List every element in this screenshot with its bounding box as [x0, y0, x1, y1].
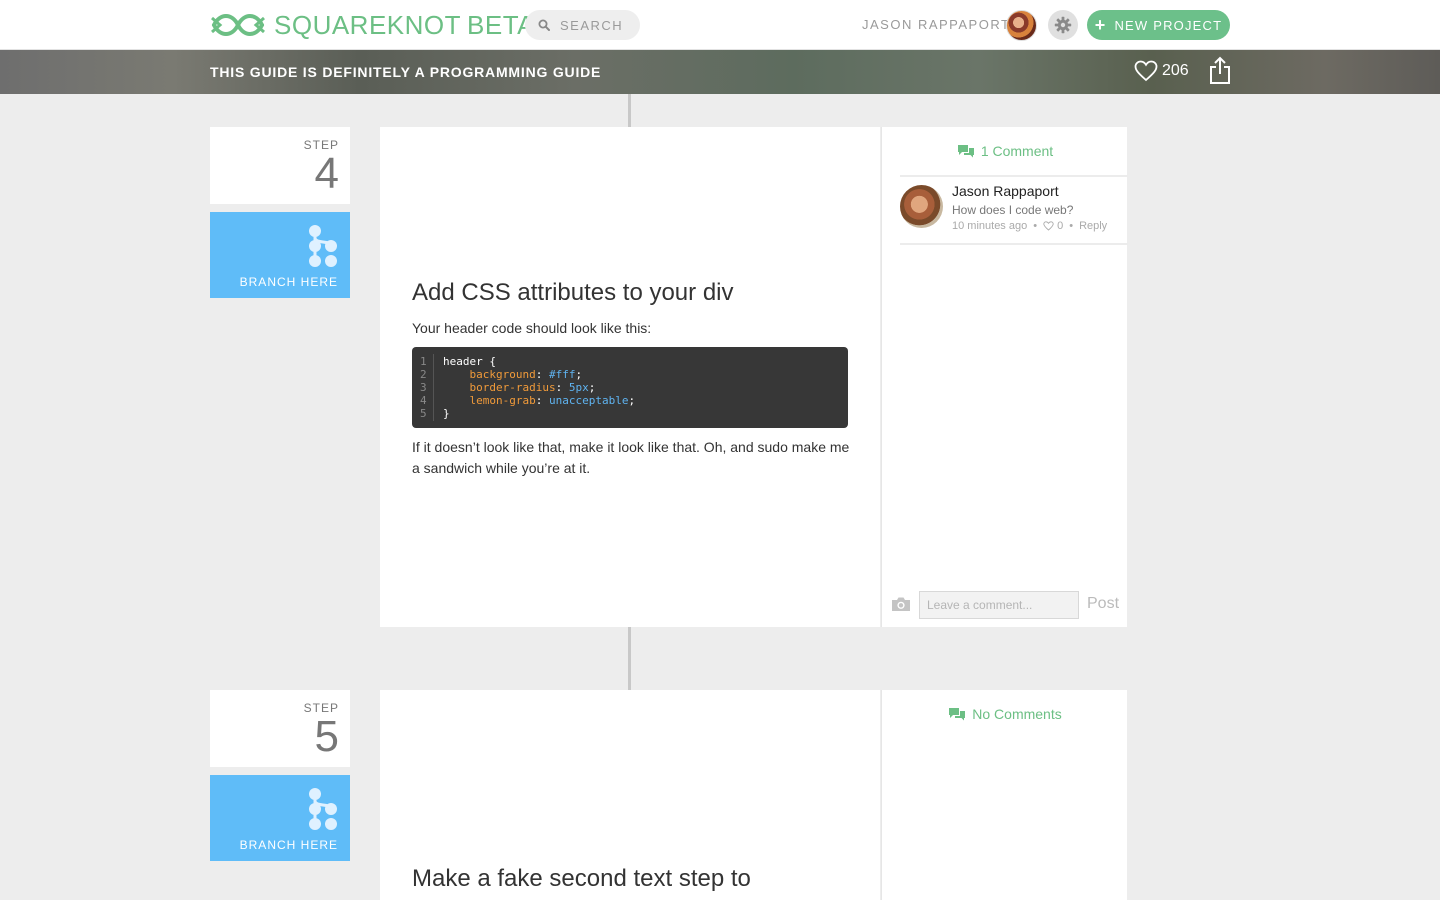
branch-here-label: BRANCH HERE: [239, 838, 338, 852]
search-icon: [538, 19, 550, 31]
code-block[interactable]: 1 2 3 4 5 header { background: #fff; bor…: [412, 347, 848, 428]
gear-icon: [1054, 16, 1072, 34]
code-line: border-radius: 5px;: [469, 381, 596, 394]
step-number: 5: [314, 712, 339, 761]
comment-like-count: 0: [1057, 220, 1064, 232]
comment-like[interactable]: 0: [1043, 220, 1063, 232]
line-number: 1: [420, 355, 427, 368]
comments-header[interactable]: 1 Comment: [882, 127, 1128, 175]
divider: [900, 175, 1128, 177]
search-input[interactable]: [560, 17, 640, 33]
heart-outline-icon: [1043, 221, 1054, 231]
commenter-avatar[interactable]: [900, 185, 943, 228]
comment-text: How does I code web?: [952, 203, 1074, 217]
line-number: 3: [420, 381, 427, 394]
comments-count: No Comments: [972, 706, 1062, 722]
code-line: header {: [443, 355, 496, 368]
share-icon[interactable]: [1209, 56, 1231, 86]
guide-title: THIS GUIDE IS DEFINITELY A PROGRAMMING G…: [210, 64, 602, 80]
comments-panel: No Comments: [881, 690, 1127, 900]
new-project-label: NEW PROJECT: [1114, 17, 1223, 33]
plus-icon: +: [1094, 15, 1107, 35]
step-content-card: Add CSS attributes to your div Your head…: [380, 127, 880, 627]
heart-icon: [1134, 60, 1158, 82]
separator-dot: •: [1069, 220, 1074, 232]
step-title: Make a fake second text step to: [412, 865, 751, 892]
comment-bubbles-icon: [949, 708, 966, 721]
reply-link[interactable]: Reply: [1079, 220, 1107, 232]
comment-time: 10 minutes ago: [952, 220, 1028, 232]
separator-dot: •: [1033, 220, 1038, 232]
username-link[interactable]: JASON RAPPAPORT: [862, 17, 1010, 32]
comment-input[interactable]: [919, 591, 1079, 619]
logo[interactable]: SQUAREKNOT BETA: [210, 9, 535, 41]
step-title: Add CSS attributes to your div: [412, 279, 734, 306]
divider: [900, 243, 1128, 245]
like-button[interactable]: 206: [1134, 60, 1189, 82]
step-content-card: Make a fake second text step to: [380, 690, 880, 900]
branch-here-button[interactable]: BRANCH HERE: [210, 775, 350, 861]
new-project-button[interactable]: + NEW PROJECT: [1087, 10, 1230, 40]
top-nav: SQUAREKNOTBETA JASON RAPPAPORT: [0, 0, 1440, 50]
commenter-name[interactable]: Jason Rappaport: [952, 183, 1059, 199]
line-number: 5: [420, 407, 427, 420]
comments-panel: 1 Comment Jason Rappaport How does I cod…: [881, 127, 1128, 627]
branch-icon: [309, 788, 337, 830]
post-comment-button[interactable]: Post: [1087, 595, 1119, 613]
settings-button[interactable]: [1048, 10, 1078, 40]
step-outro-text: If it doesn’t look like that, make it lo…: [412, 439, 850, 476]
line-number: 2: [420, 368, 427, 381]
knot-logo-icon: [211, 14, 265, 36]
branch-here-button[interactable]: BRANCH HERE: [210, 212, 350, 298]
like-count: 206: [1162, 62, 1189, 79]
comment-item: Jason Rappaport How does I code web? 10 …: [900, 183, 1128, 243]
search-box[interactable]: [525, 10, 640, 40]
step-number: 4: [314, 149, 339, 198]
code-line: background: #fff;: [469, 368, 583, 381]
step-number-box: STEP 4: [210, 127, 350, 204]
branch-here-label: BRANCH HERE: [239, 275, 338, 289]
comments-header[interactable]: No Comments: [882, 690, 1128, 738]
comment-bubbles-icon: [957, 145, 974, 158]
line-number: 4: [420, 394, 427, 407]
branch-icon: [309, 225, 337, 267]
comment-meta: 10 minutes ago • 0 • Reply: [952, 220, 1107, 232]
code-line: lemon-grab: unacceptable;: [469, 394, 636, 407]
brand-name: SQUAREKNOT BETA: [274, 10, 536, 40]
comments-count: 1 Comment: [980, 143, 1054, 159]
step-intro-text: Your header code should look like this:: [412, 320, 652, 336]
step-number-box: STEP 5: [210, 690, 350, 767]
code-line: }: [443, 407, 450, 420]
camera-icon[interactable]: [891, 596, 911, 612]
user-avatar[interactable]: [1006, 10, 1037, 41]
